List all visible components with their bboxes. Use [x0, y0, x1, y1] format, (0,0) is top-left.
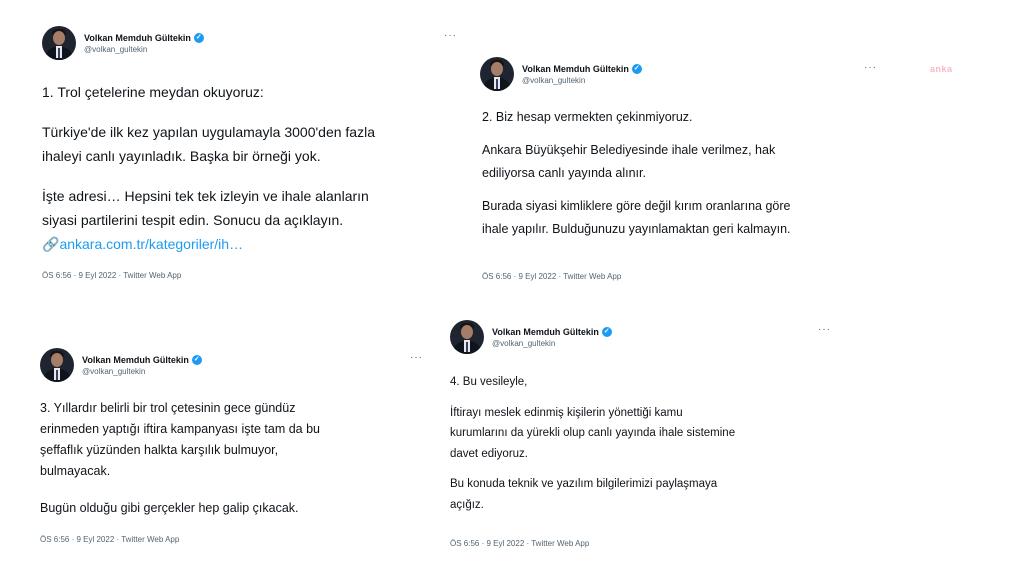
tweet-line: ihaleyi canlı yayınladık. Başka bir örne… [42, 148, 321, 164]
avatar[interactable] [480, 57, 514, 91]
tweet-text: 1. Trol çetelerine meydan okuyoruz: Türk… [42, 80, 375, 256]
tweet-line: Bugün olduğu gibi gerçekler hep galip çı… [40, 501, 299, 515]
avatar[interactable] [450, 320, 484, 354]
tweet-text: 2. Biz hesap vermekten çekinmiyoruz. Ank… [482, 106, 791, 241]
tweet-line: Ankara Büyükşehir Belediyesinde ihale ve… [482, 143, 776, 157]
author-handle[interactable]: @volkan_gultekin [84, 45, 204, 54]
author-name-row[interactable]: Volkan Memduh Gültekin ✓ [492, 326, 612, 337]
author-name[interactable]: Volkan Memduh Gültekin [82, 355, 189, 365]
avatar[interactable] [40, 348, 74, 382]
watermark-logo: anka [930, 64, 953, 74]
tweet-card-2[interactable]: Volkan Memduh Gültekin ✓ @volkan_gulteki… [462, 40, 892, 302]
more-options-icon[interactable]: ··· [864, 62, 877, 73]
tweet-text: 4. Bu vesileyle, İftirayı meslek edinmiş… [450, 372, 735, 515]
tweet-header: Volkan Memduh Gültekin ✓ @volkan_gulteki… [450, 320, 612, 354]
tweet-line: Burada siyasi kimliklere göre değil kırı… [482, 199, 791, 213]
tweet-line: siyasi partilerini tespit edin. Sonucu d… [42, 212, 344, 228]
tweet-line: ihale yapılır. Bulduğunuzu yayınlamaktan… [482, 222, 791, 236]
link-icon: 🔗 [42, 236, 60, 252]
tweet-card-4[interactable]: Volkan Memduh Gültekin ✓ @volkan_gulteki… [428, 306, 848, 576]
more-options-icon[interactable]: ··· [410, 352, 423, 363]
more-options-icon[interactable]: ··· [818, 324, 831, 335]
tweet-line: davet ediyoruz. [450, 447, 528, 460]
tweet-line: 1. Trol çetelerine meydan okuyoruz: [42, 84, 264, 100]
tweet-link[interactable]: ankara.com.tr/kategoriler/ih… [59, 236, 243, 252]
verified-badge-icon: ✓ [601, 326, 612, 337]
tweet-line: 4. Bu vesileyle, [450, 376, 528, 388]
author-name-row[interactable]: Volkan Memduh Gültekin ✓ [522, 63, 642, 74]
tweet-header: Volkan Memduh Gültekin ✓ @volkan_gulteki… [40, 348, 202, 382]
author-name-row[interactable]: Volkan Memduh Gültekin ✓ [84, 32, 204, 43]
tweet-timestamp[interactable]: ÖS 6:56 · 9 Eyl 2022 · Twitter Web App [40, 535, 179, 544]
author-name[interactable]: Volkan Memduh Gültekin [522, 64, 629, 74]
tweet-timestamp[interactable]: ÖS 6:56 · 9 Eyl 2022 · Twitter Web App [482, 272, 621, 281]
tweet-line: Bu konuda teknik ve yazılım bilgilerimiz… [450, 478, 718, 490]
tweet-line: 3. Yıllardır belirli bir trol çetesinin … [40, 401, 296, 415]
tweet-line: İftirayı meslek edinmiş kişilerin yönett… [450, 406, 683, 419]
author-handle[interactable]: @volkan_gultekin [492, 339, 612, 348]
tweet-header: Volkan Memduh Gültekin ✓ @volkan_gulteki… [42, 26, 204, 60]
avatar[interactable] [42, 26, 76, 60]
verified-badge-icon: ✓ [193, 32, 204, 43]
tweet-line: Türkiye'de ilk kez yapılan uygulamayla 3… [42, 124, 375, 140]
tweet-line: şeffaflık yüzünden halkta karşılık bulmu… [40, 443, 279, 457]
tweet-header: Volkan Memduh Gültekin ✓ @volkan_gulteki… [480, 57, 642, 91]
tweet-timestamp[interactable]: ÖS 6:56 · 9 Eyl 2022 · Twitter Web App [450, 539, 589, 548]
verified-badge-icon: ✓ [631, 63, 642, 74]
author-name[interactable]: Volkan Memduh Gültekin [492, 327, 599, 337]
tweet-line: kurumlarını da yürekli olup canlı yayınd… [450, 427, 736, 439]
tweet-line: İşte adresi… Hepsini tek tek izleyin ve … [42, 188, 369, 204]
author-handle[interactable]: @volkan_gultekin [522, 76, 642, 85]
more-options-icon[interactable]: ··· [444, 30, 457, 41]
tweet-line: bulmayacak. [40, 464, 111, 478]
tweet-text: 3. Yıllardır belirli bir trol çetesinin … [40, 398, 320, 519]
verified-badge-icon: ✓ [191, 354, 202, 365]
tweet-line: 2. Biz hesap vermekten çekinmiyoruz. [482, 110, 693, 124]
tweet-card-1[interactable]: Volkan Memduh Gültekin ✓ @volkan_gulteki… [0, 0, 462, 300]
tweet-line: ediliyorsa canlı yayında alınır. [482, 166, 646, 180]
author-handle[interactable]: @volkan_gultekin [82, 367, 202, 376]
tweet-timestamp[interactable]: ÖS 6:56 · 9 Eyl 2022 · Twitter Web App [42, 271, 181, 280]
author-name-row[interactable]: Volkan Memduh Gültekin ✓ [82, 354, 202, 365]
author-name[interactable]: Volkan Memduh Gültekin [84, 33, 191, 43]
tweet-line: açığız. [450, 498, 484, 511]
tweet-card-3[interactable]: Volkan Memduh Gültekin ✓ @volkan_gulteki… [0, 318, 428, 576]
tweet-line: erinmeden yaptığı iftira kampanyası işte… [40, 422, 321, 436]
